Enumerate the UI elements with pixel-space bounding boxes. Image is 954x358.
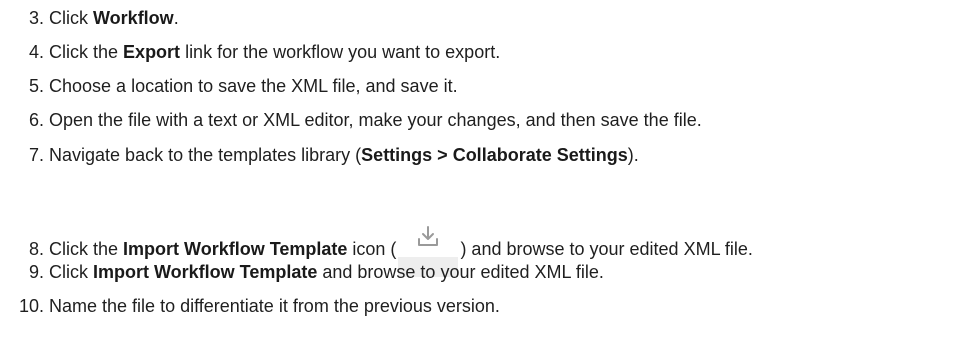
step-text-after: . (173, 8, 179, 28)
step-bold-settings-path: Settings > Collaborate Settings (361, 145, 628, 165)
step-number: 6. (28, 110, 44, 130)
step-bold-export: Export (123, 42, 181, 62)
step-text: Open the file with a text or XML editor,… (49, 110, 702, 130)
step-text-before: Click the (49, 42, 124, 62)
step-text-before: Click (49, 262, 94, 282)
step-9: 9. Click Import Workflow Template and br… (22, 257, 604, 287)
step-bold-import-template: Import Workflow Template (93, 262, 318, 282)
step-text: Choose a location to save the XML file, … (49, 76, 458, 96)
step-5: 5. Choose a location to save the XML fil… (22, 71, 458, 101)
step-number: 5. (28, 76, 44, 96)
step-text-before: Navigate back to the templates library ( (49, 145, 362, 165)
step-10: 10. Name the file to differentiate it fr… (12, 291, 500, 321)
step-text-middle: icon ( (347, 239, 397, 259)
step-text-after: and browse to your edited XML file. (317, 262, 604, 282)
step-bold-workflow: Workflow (93, 8, 174, 28)
step-text: Name the file to differentiate it from t… (49, 296, 500, 316)
step-text-before: Click the (49, 239, 124, 259)
step-text-after: link for the workflow you want to export… (180, 42, 501, 62)
step-text-after: ) and browse to your edited XML file. (460, 239, 753, 259)
instruction-list: 3. Click Workflow. 4. Click the Export l… (0, 0, 954, 358)
step-4: 4. Click the Export link for the workflo… (22, 37, 500, 67)
step-bold-import-template: Import Workflow Template (123, 239, 348, 259)
step-7: 7. Navigate back to the templates librar… (22, 140, 639, 170)
step-number: 10. (18, 296, 44, 316)
step-number: 4. (28, 42, 44, 62)
step-text-before: Click (49, 8, 94, 28)
step-8: 8. Click the Import Workflow Template ic… (22, 219, 753, 277)
step-text-after: ). (627, 145, 639, 165)
step-number: 7. (28, 145, 44, 165)
step-6: 6. Open the file with a text or XML edit… (22, 105, 702, 135)
step-3: 3. Click Workflow. (22, 3, 179, 33)
step-number: 9. (28, 262, 44, 282)
step-number: 3. (28, 8, 44, 28)
